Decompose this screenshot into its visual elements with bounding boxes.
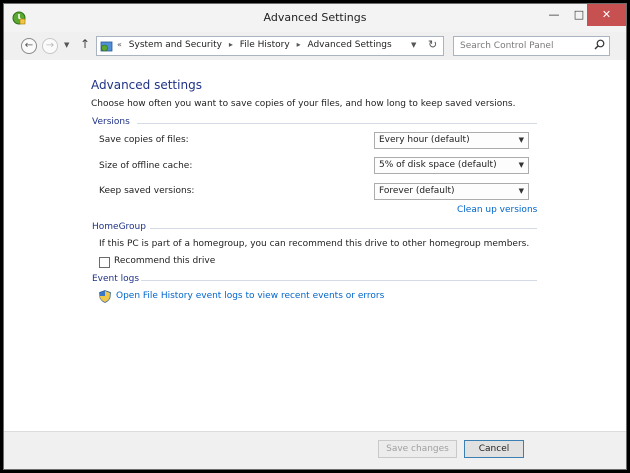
- save-changes-button[interactable]: Save changes: [378, 440, 457, 458]
- offline-cache-select[interactable]: 5% of disk space (default) ▼: [374, 157, 529, 174]
- minimize-button[interactable]: —: [541, 4, 567, 26]
- save-copies-select[interactable]: Every hour (default) ▼: [374, 132, 529, 149]
- advanced-settings-window: Advanced Settings — □ ✕ ← → ▼ ↑ « System…: [3, 3, 627, 470]
- title-bar: Advanced Settings — □ ✕: [4, 4, 626, 32]
- control-panel-icon: [100, 41, 113, 52]
- keep-versions-label: Keep saved versions:: [99, 186, 195, 196]
- window-title: Advanced Settings: [263, 11, 367, 24]
- chevron-down-icon: ▼: [518, 187, 524, 195]
- shield-icon: [99, 290, 111, 303]
- page-description: Choose how often you want to save copies…: [91, 99, 516, 109]
- recommend-drive-checkbox[interactable]: [99, 257, 110, 268]
- offline-cache-label: Size of offline cache:: [99, 161, 193, 171]
- back-button[interactable]: ←: [21, 38, 37, 54]
- address-dropdown-icon[interactable]: ▼: [411, 41, 416, 49]
- breadcrumb-system-and-security[interactable]: System and Security: [129, 40, 222, 50]
- forward-button[interactable]: →: [42, 38, 58, 54]
- refresh-icon[interactable]: ↻: [428, 38, 437, 51]
- breadcrumb: « System and Security ▸ File History ▸ A…: [117, 40, 396, 50]
- versions-heading: Versions: [92, 117, 130, 127]
- save-copies-value: Every hour (default): [379, 135, 470, 145]
- address-bar[interactable]: « System and Security ▸ File History ▸ A…: [96, 36, 444, 56]
- page-title: Advanced settings: [91, 78, 202, 92]
- event-logs-heading: Event logs: [92, 274, 140, 284]
- chevron-down-icon: ▼: [518, 161, 524, 169]
- search-input[interactable]: Search Control Panel: [460, 41, 553, 51]
- breadcrumb-overflow[interactable]: «: [117, 40, 122, 49]
- search-icon[interactable]: [594, 39, 605, 50]
- main-content: Advanced settings Choose how often you w…: [4, 60, 626, 431]
- event-logs-divider: [141, 280, 537, 281]
- breadcrumb-file-history[interactable]: File History: [240, 40, 290, 50]
- recommend-drive-label[interactable]: Recommend this drive: [114, 256, 215, 266]
- keep-versions-value: Forever (default): [379, 186, 455, 196]
- homegroup-divider: [150, 228, 537, 229]
- cancel-button[interactable]: Cancel: [464, 440, 524, 458]
- breadcrumb-separator-icon[interactable]: ▸: [229, 40, 233, 49]
- recent-locations-chevron-icon[interactable]: ▼: [64, 41, 69, 49]
- breadcrumb-advanced-settings[interactable]: Advanced Settings: [307, 40, 391, 50]
- up-button[interactable]: ↑: [80, 37, 90, 51]
- clean-up-versions-link[interactable]: Clean up versions: [457, 205, 537, 215]
- homegroup-heading: HomeGroup: [92, 222, 146, 232]
- footer: Save changes Cancel: [4, 431, 626, 469]
- breadcrumb-separator-icon[interactable]: ▸: [297, 40, 301, 49]
- keep-versions-select[interactable]: Forever (default) ▼: [374, 183, 529, 200]
- search-box[interactable]: Search Control Panel: [453, 36, 610, 56]
- homegroup-description: If this PC is part of a homegroup, you c…: [99, 239, 530, 249]
- offline-cache-value: 5% of disk space (default): [379, 160, 497, 170]
- close-button[interactable]: ✕: [587, 4, 626, 26]
- save-copies-label: Save copies of files:: [99, 135, 189, 145]
- navigation-bar: ← → ▼ ↑ « System and Security ▸ File His…: [4, 32, 626, 60]
- event-logs-link[interactable]: Open File History event logs to view rec…: [116, 291, 384, 301]
- versions-divider: [137, 123, 537, 124]
- chevron-down-icon: ▼: [518, 136, 524, 144]
